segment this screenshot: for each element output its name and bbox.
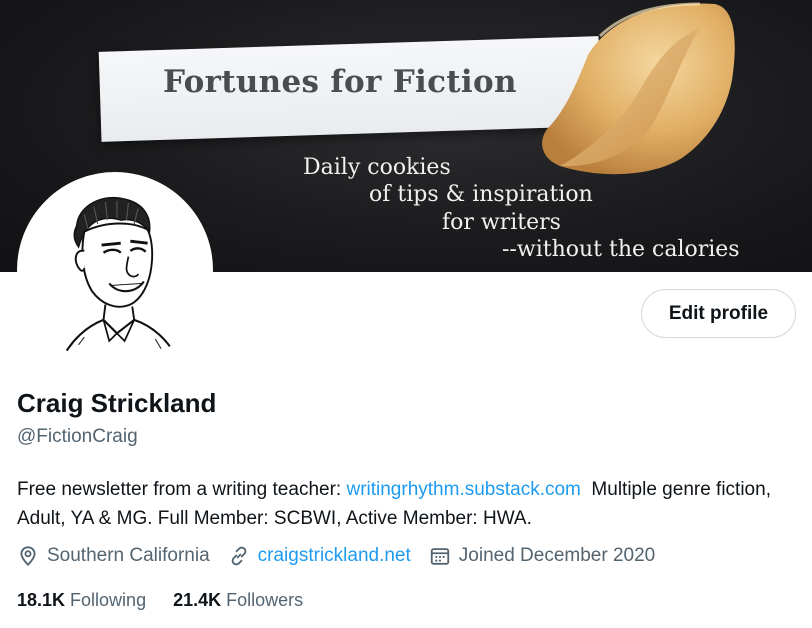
tagline-line-3: for writers (442, 210, 561, 235)
profile-meta: Southern California craigstrickland.net … (17, 545, 673, 567)
profile-bio: Free newsletter from a writing teacher: … (17, 475, 797, 533)
website-link[interactable]: craigstrickland.net (258, 545, 411, 567)
user-handle: @FictionCraig (17, 426, 138, 447)
tagline-line-1: Daily cookies (303, 155, 451, 180)
joined-text: Joined December 2020 (458, 545, 656, 566)
avatar[interactable] (17, 172, 213, 368)
following-label: Following (70, 590, 147, 610)
bio-newsletter-link[interactable]: writingrhythm.substack.com (346, 479, 580, 500)
sketch-portrait-image (21, 176, 209, 364)
followers-stat[interactable]: 21.4K Followers (173, 590, 303, 611)
follow-stats: 18.1K Following 21.4K Followers (17, 590, 330, 611)
following-count: 18.1K (17, 590, 66, 610)
joined-item: Joined December 2020 (429, 545, 655, 567)
location-item: Southern California (17, 545, 210, 567)
bio-text-prefix: Free newsletter from a writing teacher: (17, 479, 347, 500)
calendar-icon (430, 548, 449, 565)
location-pin-icon (20, 546, 36, 566)
website-item[interactable]: craigstrickland.net (228, 545, 411, 567)
location-text: Southern California (47, 545, 210, 566)
edit-profile-button[interactable]: Edit profile (641, 289, 796, 338)
display-name: Craig Strickland (17, 388, 217, 418)
followers-count: 21.4K (173, 590, 222, 610)
following-stat[interactable]: 18.1K Following (17, 590, 146, 611)
tagline-line-4: --without the calories (502, 237, 740, 262)
followers-label: Followers (226, 590, 304, 610)
link-icon (231, 546, 246, 566)
tagline-line-2: of tips & inspiration (369, 182, 593, 207)
